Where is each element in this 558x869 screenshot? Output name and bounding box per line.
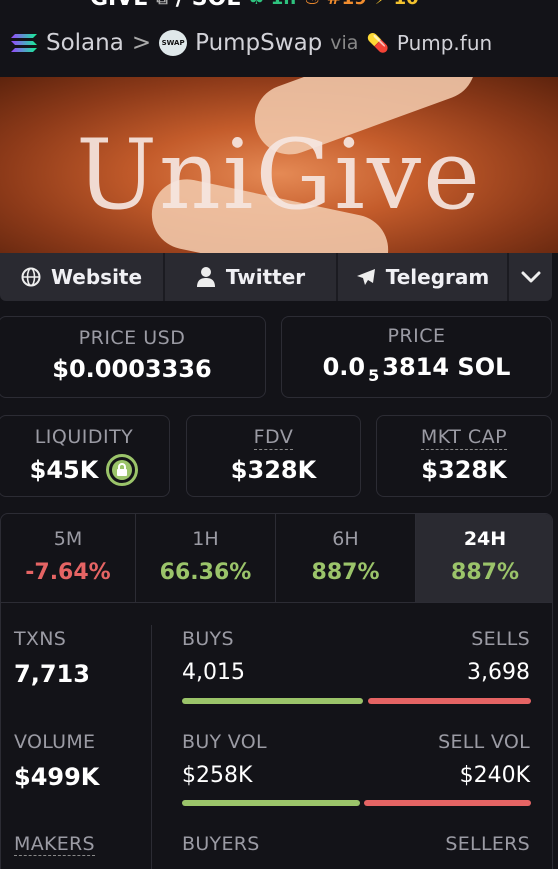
pill-icon: 💊 (366, 32, 389, 54)
price-sol-prefix: 0.0 (322, 353, 366, 381)
boost-value: 10 (394, 0, 419, 9)
mcap-card: MKT CAP $328K (376, 415, 552, 497)
telegram-label: Telegram (385, 265, 490, 289)
chain-link[interactable]: Solana (46, 30, 124, 56)
more-links-button[interactable] (509, 253, 552, 301)
age-value: 1h (271, 0, 296, 9)
makers-label[interactable]: MAKERS (14, 833, 95, 856)
lightning-icon: ⚡ (375, 0, 388, 9)
twitter-button[interactable]: Twitter (165, 253, 338, 301)
price-sol-value: 0.0 5 3814 SOL (282, 353, 551, 385)
price-usd-card: PRICE USD $0.0003336 (0, 316, 266, 398)
fdv-card: FDV $328K (186, 415, 361, 497)
buy-vol-label: BUY VOL (182, 731, 267, 753)
volume-value: $499K (14, 763, 100, 791)
sells-label: SELLS (471, 628, 530, 650)
price-sol-card: PRICE 0.0 5 3814 SOL (281, 316, 552, 398)
pair-detail-page: GIVE ⧉ / SOL ♣ 1h ♨ #19 ⚡ 10 Solana > SW… (0, 0, 558, 869)
sell-vol-label: SELL VOL (438, 731, 530, 753)
telegram-button[interactable]: Telegram (338, 253, 509, 301)
timeframe-tabs: 5M -7.64% 1H 66.36% 6H 887% 24H 887% (0, 513, 553, 603)
rank-badge: ♨ #19 (304, 0, 367, 9)
age-badge: ♣ 1h (248, 0, 296, 9)
via-label: via (330, 32, 359, 54)
price-usd-label: PRICE USD (78, 327, 186, 349)
price-sol-zero-count: 5 (368, 365, 380, 385)
tab-1h[interactable]: 1H 66.36% (136, 514, 276, 602)
links-bar: Website Twitter Telegram (0, 253, 552, 301)
pumpswap-icon: SWAP (159, 30, 188, 56)
txns-label: TXNS (14, 628, 67, 650)
tab-24h-label: 24H (463, 528, 507, 550)
website-label: Website (50, 265, 143, 289)
liquidity-value-row: $45K (0, 454, 169, 486)
tab-6h[interactable]: 6H 887% (276, 514, 416, 602)
sells-value: 3,698 (467, 660, 530, 685)
fdv-label[interactable]: FDV (253, 426, 294, 450)
tab-5m-label: 5M (53, 528, 83, 550)
buy-vol-bar (182, 800, 360, 806)
rank-value: #19 (327, 0, 367, 9)
sell-vol-bar (364, 800, 531, 806)
buys-label: BUYS (182, 628, 234, 650)
flame-icon: ♨ (304, 0, 320, 9)
launchpad-link[interactable]: Pump.fun (397, 31, 492, 55)
tab-1h-label: 1H (192, 528, 219, 550)
banner-title: UniGive (76, 119, 482, 231)
tab-5m[interactable]: 5M -7.64% (1, 514, 136, 602)
tab-1h-change: 66.36% (159, 560, 252, 585)
user-icon (196, 267, 215, 287)
buys-bar (182, 698, 363, 704)
tab-6h-change: 887% (311, 560, 380, 585)
fdv-value: $328K (230, 455, 317, 484)
quote-symbol: SOL (192, 0, 241, 11)
liquidity-value: $45K (29, 456, 99, 484)
solana-icon (11, 34, 37, 52)
buy-vol-value: $258K (182, 763, 253, 788)
tab-6h-label: 6H (332, 528, 359, 550)
sells-bar (368, 698, 531, 704)
liquidity-card: LIQUIDITY $45K (0, 415, 170, 497)
chevron-down-icon (521, 271, 540, 283)
txns-value: 7,713 (14, 660, 90, 688)
twitter-label: Twitter (225, 265, 306, 289)
base-symbol: GIVE (90, 0, 148, 11)
panel-divider (151, 625, 152, 869)
token-banner: UniGive (0, 77, 558, 253)
sellers-label: SELLERS (445, 833, 530, 855)
globe-icon (21, 267, 41, 287)
website-button[interactable]: Website (0, 253, 165, 301)
mcap-label[interactable]: MKT CAP (420, 426, 508, 450)
chevron-right-icon: > (131, 30, 152, 56)
lock-icon[interactable] (106, 454, 139, 486)
tab-5m-change: -7.64% (25, 560, 111, 585)
mcap-value: $328K (421, 455, 507, 484)
copy-icon[interactable]: ⧉ (156, 0, 167, 9)
pair-separator: / (176, 0, 184, 11)
liquidity-label: LIQUIDITY (34, 426, 134, 448)
boost-badge: ⚡ 10 (375, 0, 419, 9)
buyers-label: BUYERS (182, 833, 260, 855)
tab-24h[interactable]: 24H 887% (416, 514, 552, 602)
breadcrumb: Solana > SWAP PumpSwap via 💊 Pump.fun (10, 26, 492, 60)
buys-value: 4,015 (182, 660, 245, 685)
price-usd-value: $0.0003336 (52, 355, 212, 383)
tab-24h-change: 887% (451, 560, 519, 585)
seedling-icon: ♣ (248, 0, 264, 9)
sell-vol-value: $240K (459, 763, 530, 788)
telegram-icon (356, 269, 375, 285)
price-sol-label: PRICE (387, 325, 446, 347)
volume-label: VOLUME (14, 731, 96, 753)
dex-link[interactable]: PumpSwap (195, 30, 322, 56)
price-sol-digits: 3814 SOL (382, 353, 511, 381)
pair-title: GIVE ⧉ / SOL ♣ 1h ♨ #19 ⚡ 10 (90, 0, 419, 11)
